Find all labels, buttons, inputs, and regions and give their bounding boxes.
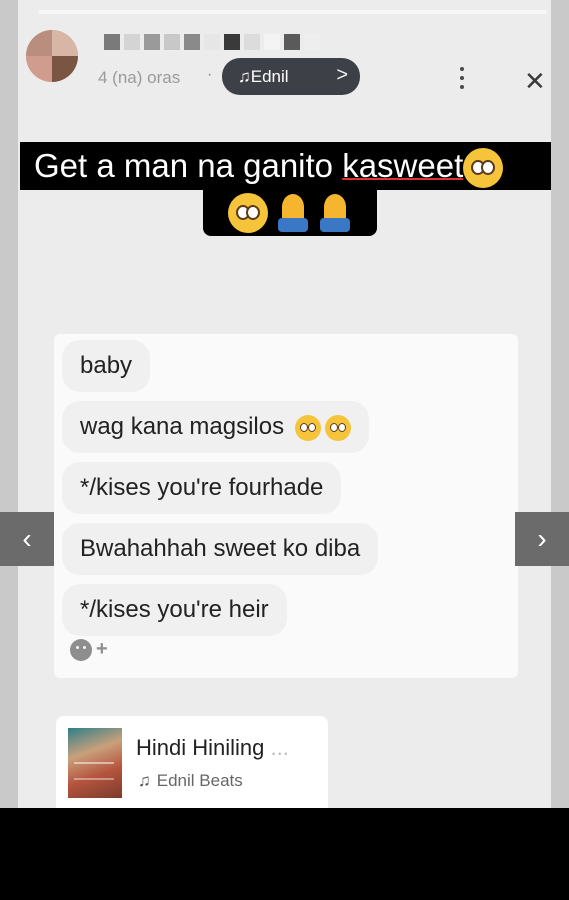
caption-line-2: [203, 188, 377, 236]
artist-name: ♫ Ednil Beats: [138, 771, 243, 791]
caption-line-1: Get a man na ganito kasweet: [20, 142, 551, 190]
folded-hands-emoji: [318, 194, 352, 233]
message-text: Bwahahhah sweet ko diba: [80, 535, 361, 562]
artist-text: Ednil Beats: [156, 771, 243, 790]
song-title-ellipsis: ...: [270, 735, 289, 760]
message-text: */kises you're fourhade: [80, 474, 324, 501]
pleading-face-emoji: [463, 148, 504, 189]
story-progress-fill: [38, 10, 548, 14]
post-time: 4 (na) oras: [98, 68, 181, 87]
album-art: [68, 728, 122, 798]
music-pill-label: ♫Ednil: [238, 66, 289, 86]
pleading-face-emoji: [227, 193, 268, 234]
chat-bubble: */kises you're heir: [62, 584, 287, 636]
chat-bubble: */kises you're fourhade: [62, 462, 342, 514]
previous-story-button[interactable]: ‹: [0, 512, 54, 566]
bottom-bar: [0, 808, 569, 900]
story-frame-right: [551, 0, 569, 808]
pleading-face-emoji: [324, 414, 351, 441]
message-text: wag kana magsilos: [80, 413, 285, 440]
story-progress-bar: [38, 10, 548, 14]
plus-icon: +: [96, 638, 108, 660]
pleading-face-emoji: [294, 414, 321, 441]
chat-bubble: wag kana magsilos: [62, 401, 369, 453]
blurred-username[interactable]: [104, 34, 320, 56]
close-icon[interactable]: ✕: [524, 66, 546, 97]
song-title-text: Hindi Hiniling: [136, 735, 265, 760]
message-text: baby: [80, 352, 133, 379]
folded-hands-emoji: [276, 194, 310, 233]
story-viewer: 4 (na) oras · ♫Ednil > ✕ Get a man na ga…: [0, 0, 569, 808]
smiley-icon: [70, 638, 92, 661]
avatar[interactable]: [26, 30, 78, 82]
story-frame-left: [0, 0, 18, 808]
chat-bubble: Bwahahhah sweet ko diba: [62, 523, 379, 575]
caption-underlined-word: kasweet: [342, 147, 464, 184]
reaction-button: +: [70, 638, 108, 661]
chevron-right-icon: >: [336, 64, 348, 86]
next-story-button[interactable]: ›: [515, 512, 569, 566]
message-text: */kises you're heir: [80, 596, 269, 623]
more-vertical-icon[interactable]: [456, 67, 468, 95]
music-pill-button[interactable]: ♫Ednil >: [222, 58, 360, 95]
caption-text: Get a man na ganito: [34, 147, 343, 184]
music-note-icon: ♫: [138, 771, 151, 790]
song-title: Hindi Hiniling ...: [136, 735, 289, 761]
chat-bubble: baby: [62, 340, 151, 392]
separator-dot: ·: [207, 66, 213, 83]
